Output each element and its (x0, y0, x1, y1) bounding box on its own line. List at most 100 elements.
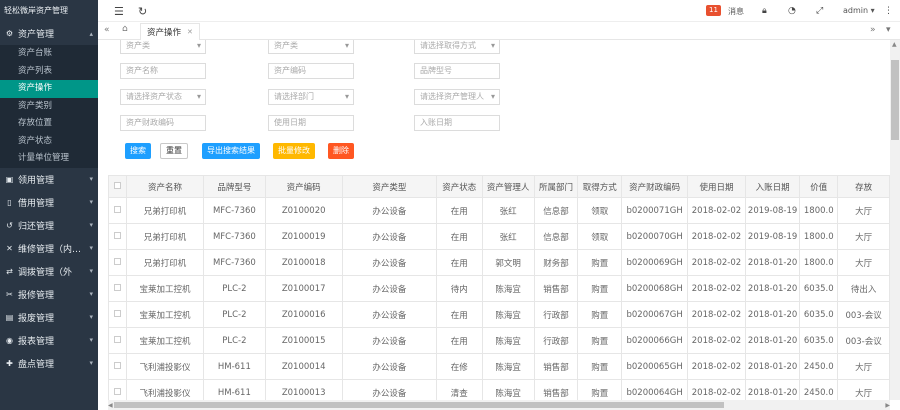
column-header[interactable]: 存放 (837, 175, 890, 198)
sidebar-group-1[interactable]: ▣ 领用管理 ▾ (0, 168, 98, 191)
scroll-up-icon[interactable]: ▲ (892, 41, 897, 48)
sidebar-item[interactable]: 资产台账 (0, 45, 98, 63)
row-checkbox[interactable] (113, 257, 121, 265)
menu-toggle-icon[interactable]: ☰ (114, 5, 124, 18)
row-checkbox[interactable] (113, 361, 121, 369)
lock-icon[interactable]: 🔒︎ (762, 6, 767, 16)
asset-manager-select[interactable]: 请选择资产管理人 (414, 89, 500, 105)
column-header[interactable]: 资产类型 (341, 175, 437, 198)
sidebar-item[interactable]: 资产列表 (0, 63, 98, 81)
table-row[interactable]: 兄弟打印机 MFC-7360 Z0100018 办公设备 在用 郭文明 财务部 购置 b0200… (108, 249, 890, 276)
tab-next-icon[interactable]: » (870, 25, 876, 35)
sidebar-group-4[interactable]: ✕ 维修管理（内… ▾ (0, 237, 98, 260)
horizontal-scroll-thumb[interactable] (114, 402, 724, 408)
column-header[interactable]: 使用日期 (687, 175, 746, 198)
department-select[interactable]: 请选择部门 (268, 89, 354, 105)
user-menu[interactable]: admin ▾ (843, 6, 875, 15)
table-cell: 1800.0 (799, 249, 839, 276)
table-cell: b0200070GH (621, 223, 689, 250)
table-cell: PLC-2 (203, 275, 266, 302)
row-checkbox[interactable] (113, 387, 121, 395)
table-cell: 信息部 (533, 223, 579, 250)
column-header[interactable]: 价值 (799, 175, 839, 198)
sidebar-item[interactable]: 存放位置 (0, 115, 98, 133)
row-checkbox[interactable] (113, 283, 121, 291)
sidebar-item[interactable]: 资产类别 (0, 98, 98, 116)
sidebar: 轻松微岸资产管理 ⚙ 资产管理 ▴ 资产台账 资产列表 资产操作 资产类别 存放位置 资产状态计… (0, 0, 98, 410)
sidebar-group-7[interactable]: ▤ 报废管理 ▾ (0, 306, 98, 329)
table-cell: 2018-01-20 (744, 327, 801, 354)
column-header[interactable]: 资产编码 (264, 175, 343, 198)
vertical-scroll-thumb[interactable] (891, 60, 899, 140)
column-header[interactable]: 入账日期 (744, 175, 801, 198)
reset-button[interactable]: 重置 (160, 143, 188, 159)
vertical-scrollbar[interactable]: ▲ (890, 40, 900, 400)
column-header[interactable]: 取得方式 (577, 175, 623, 198)
table-cell: Z0100019 (264, 223, 343, 250)
tab-asset-operation[interactable]: 资产操作 ✕ (140, 23, 200, 40)
table-cell: b0200069GH (621, 249, 689, 276)
scroll-left-icon[interactable]: ◀ (108, 402, 113, 409)
asset-code-input[interactable]: 资产编码 (268, 63, 354, 79)
use-date-input[interactable]: 使用日期 (268, 115, 354, 131)
row-checkbox[interactable] (113, 231, 121, 239)
row-checkbox[interactable] (113, 309, 121, 317)
horizontal-scrollbar[interactable]: ◀ ▶ (108, 400, 890, 410)
column-header[interactable]: 资产名称 (125, 175, 205, 198)
sidebar-group-6[interactable]: ✂ 报修管理 ▾ (0, 283, 98, 306)
home-icon[interactable]: ⌂ (122, 24, 128, 34)
sidebar-group-9[interactable]: ✚ 盘点管理 ▾ (0, 352, 98, 375)
sidebar-group-3[interactable]: ↺ 归还管理 ▾ (0, 214, 98, 237)
table-cell: 办公设备 (341, 327, 437, 354)
asset-name-input[interactable]: 资产名称 (120, 63, 206, 79)
fullscreen-icon[interactable]: ⤢ (816, 6, 823, 16)
sidebar-group-0[interactable]: ⚙ 资产管理 ▴ (0, 22, 98, 45)
sidebar-item[interactable]: 资产操作 (0, 80, 98, 98)
theme-icon[interactable]: ◔ (788, 6, 796, 16)
scroll-right-icon[interactable]: ▶ (885, 402, 890, 409)
delete-button[interactable]: 删除 (328, 143, 354, 159)
export-button[interactable]: 导出搜索结果 (202, 143, 260, 159)
column-header[interactable]: 所属部门 (533, 175, 579, 198)
sidebar-group-8[interactable]: ◉ 报表管理 ▾ (0, 329, 98, 352)
column-header[interactable]: 资产财政编码 (621, 175, 689, 198)
select-all-checkbox[interactable] (113, 181, 121, 189)
sidebar-submenu: 资产台账 资产列表 资产操作 资产类别 存放位置 资产状态 计量单位管理 (0, 45, 98, 168)
asset-category-select[interactable]: 资产类 (120, 40, 206, 54)
financial-code-input[interactable]: 资产财政编码 (120, 115, 206, 131)
table-row[interactable]: 宝莱加工控机 PLC-2 Z0100017 办公设备 待内 陈海宜 销售部 购置 b020006… (108, 275, 890, 302)
sidebar-item[interactable]: 资产状态 (0, 133, 98, 151)
table-row[interactable]: 兄弟打印机 MFC-7360 Z0100019 办公设备 在用 张红 信息部 领取 b02000… (108, 223, 890, 250)
table-row[interactable]: 飞利浦投影仪 HM-611 Z0100013 办公设备 清查 陈海宜 销售部 购置 b02000… (108, 379, 890, 400)
table-cell: 陈海宜 (481, 353, 535, 380)
sidebar-item[interactable]: 计量单位管理 (0, 150, 98, 168)
asset-status-select[interactable]: 请选择资产状态 (120, 89, 206, 105)
close-icon[interactable]: ✕ (187, 28, 193, 36)
asset-category-select-2[interactable]: 资产类 (268, 40, 354, 54)
table-row[interactable]: 飞利浦投影仪 HM-611 Z0100014 办公设备 在修 陈海宜 销售部 购置 b02000… (108, 353, 890, 380)
brand-model-input[interactable]: 品牌型号 (414, 63, 500, 79)
refresh-icon[interactable]: ↻ (138, 5, 147, 18)
chevron-down-icon[interactable]: ▾ (886, 25, 891, 35)
chevron-down-icon: ▾ (89, 198, 93, 206)
table-cell: 在用 (435, 249, 483, 276)
sidebar-group-5[interactable]: ⇄ 调拨管理（外 ▾ (0, 260, 98, 283)
column-header[interactable]: 资产状态 (435, 175, 483, 198)
table-row[interactable]: 宝莱加工控机 PLC-2 Z0100016 办公设备 在用 陈海宜 行政部 购置 b020006… (108, 301, 890, 328)
column-header[interactable]: 资产管理人 (481, 175, 535, 198)
entry-date-input[interactable]: 入账日期 (414, 115, 500, 131)
notification-label[interactable]: 消息 (728, 6, 744, 17)
batch-edit-button[interactable]: 批量修改 (273, 143, 315, 159)
table-row[interactable]: 宝莱加工控机 PLC-2 Z0100015 办公设备 在用 陈海宜 行政部 购置 b020006… (108, 327, 890, 354)
search-button[interactable]: 搜索 (125, 143, 151, 159)
column-header[interactable]: 品牌型号 (203, 175, 266, 198)
acquisition-method-select[interactable]: 请选择取得方式 (414, 40, 500, 54)
tab-prev-icon[interactable]: « (104, 25, 110, 35)
row-checkbox[interactable] (113, 335, 121, 343)
row-checkbox[interactable] (113, 205, 121, 213)
table-cell: 2018-01-20 (744, 275, 801, 302)
more-icon[interactable]: ⋮ (884, 6, 893, 16)
main-content: 资产类 资产类 请选择取得方式 资产名称 资产编码 品牌型号 请选择资产状态 请… (98, 40, 890, 400)
sidebar-group-2[interactable]: ▯ 借用管理 ▾ (0, 191, 98, 214)
table-row[interactable]: 兄弟打印机 MFC-7360 Z0100020 办公设备 在用 张红 信息部 领取 b02000… (108, 197, 890, 224)
